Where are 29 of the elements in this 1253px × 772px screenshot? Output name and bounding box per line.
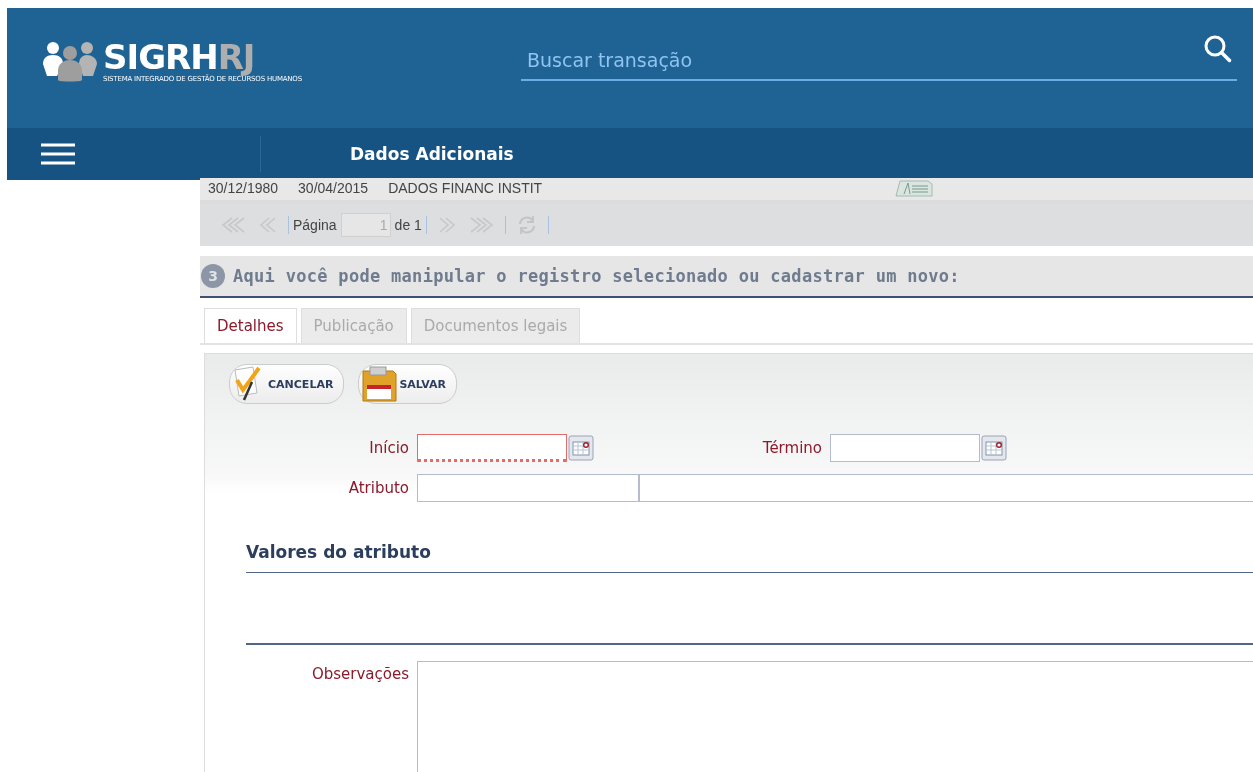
page-count: de 1 [394, 217, 422, 233]
start-date-field[interactable] [417, 434, 567, 462]
search-icon[interactable] [1203, 34, 1233, 64]
attribute-description-field[interactable] [639, 474, 1253, 502]
save-button[interactable]: SALVAR [358, 364, 458, 404]
start-label: Início [368, 439, 410, 457]
notes-field[interactable] [417, 661, 1253, 772]
table-cell: 30/12/1980 [208, 180, 279, 196]
page-label: Página [293, 217, 337, 233]
logo-wordmark: SIGRHRJ [103, 38, 255, 75]
search-field[interactable]: Buscar transação [521, 41, 1237, 81]
calendar-icon[interactable] [981, 435, 1007, 461]
notes-label: Observações [310, 664, 410, 683]
people-logo-icon [43, 40, 99, 82]
step-number-badge: 3 [201, 264, 225, 288]
subsection-title: Valores do atributo [246, 542, 1253, 573]
cancel-button[interactable]: CANCELAR [229, 364, 345, 404]
calendar-icon[interactable] [568, 435, 594, 461]
table-cell: DADOS FINANC INSTIT [388, 180, 543, 196]
attribute-code-field[interactable] [417, 474, 639, 502]
page-title: Dados Adicionais [350, 144, 514, 164]
table-cell: 30/04/2015 [298, 180, 369, 196]
floppy-disk-icon [361, 365, 398, 403]
section-title: Aqui você pode manipular o registro selecionado ou cadastrar um novo: [233, 266, 960, 286]
end-label: Término [761, 439, 823, 457]
tab[interactable]: Detalhes [204, 308, 297, 343]
attribute-label: Atributo [347, 479, 410, 497]
menu-icon[interactable] [40, 142, 76, 166]
end-date-field[interactable] [830, 434, 980, 462]
